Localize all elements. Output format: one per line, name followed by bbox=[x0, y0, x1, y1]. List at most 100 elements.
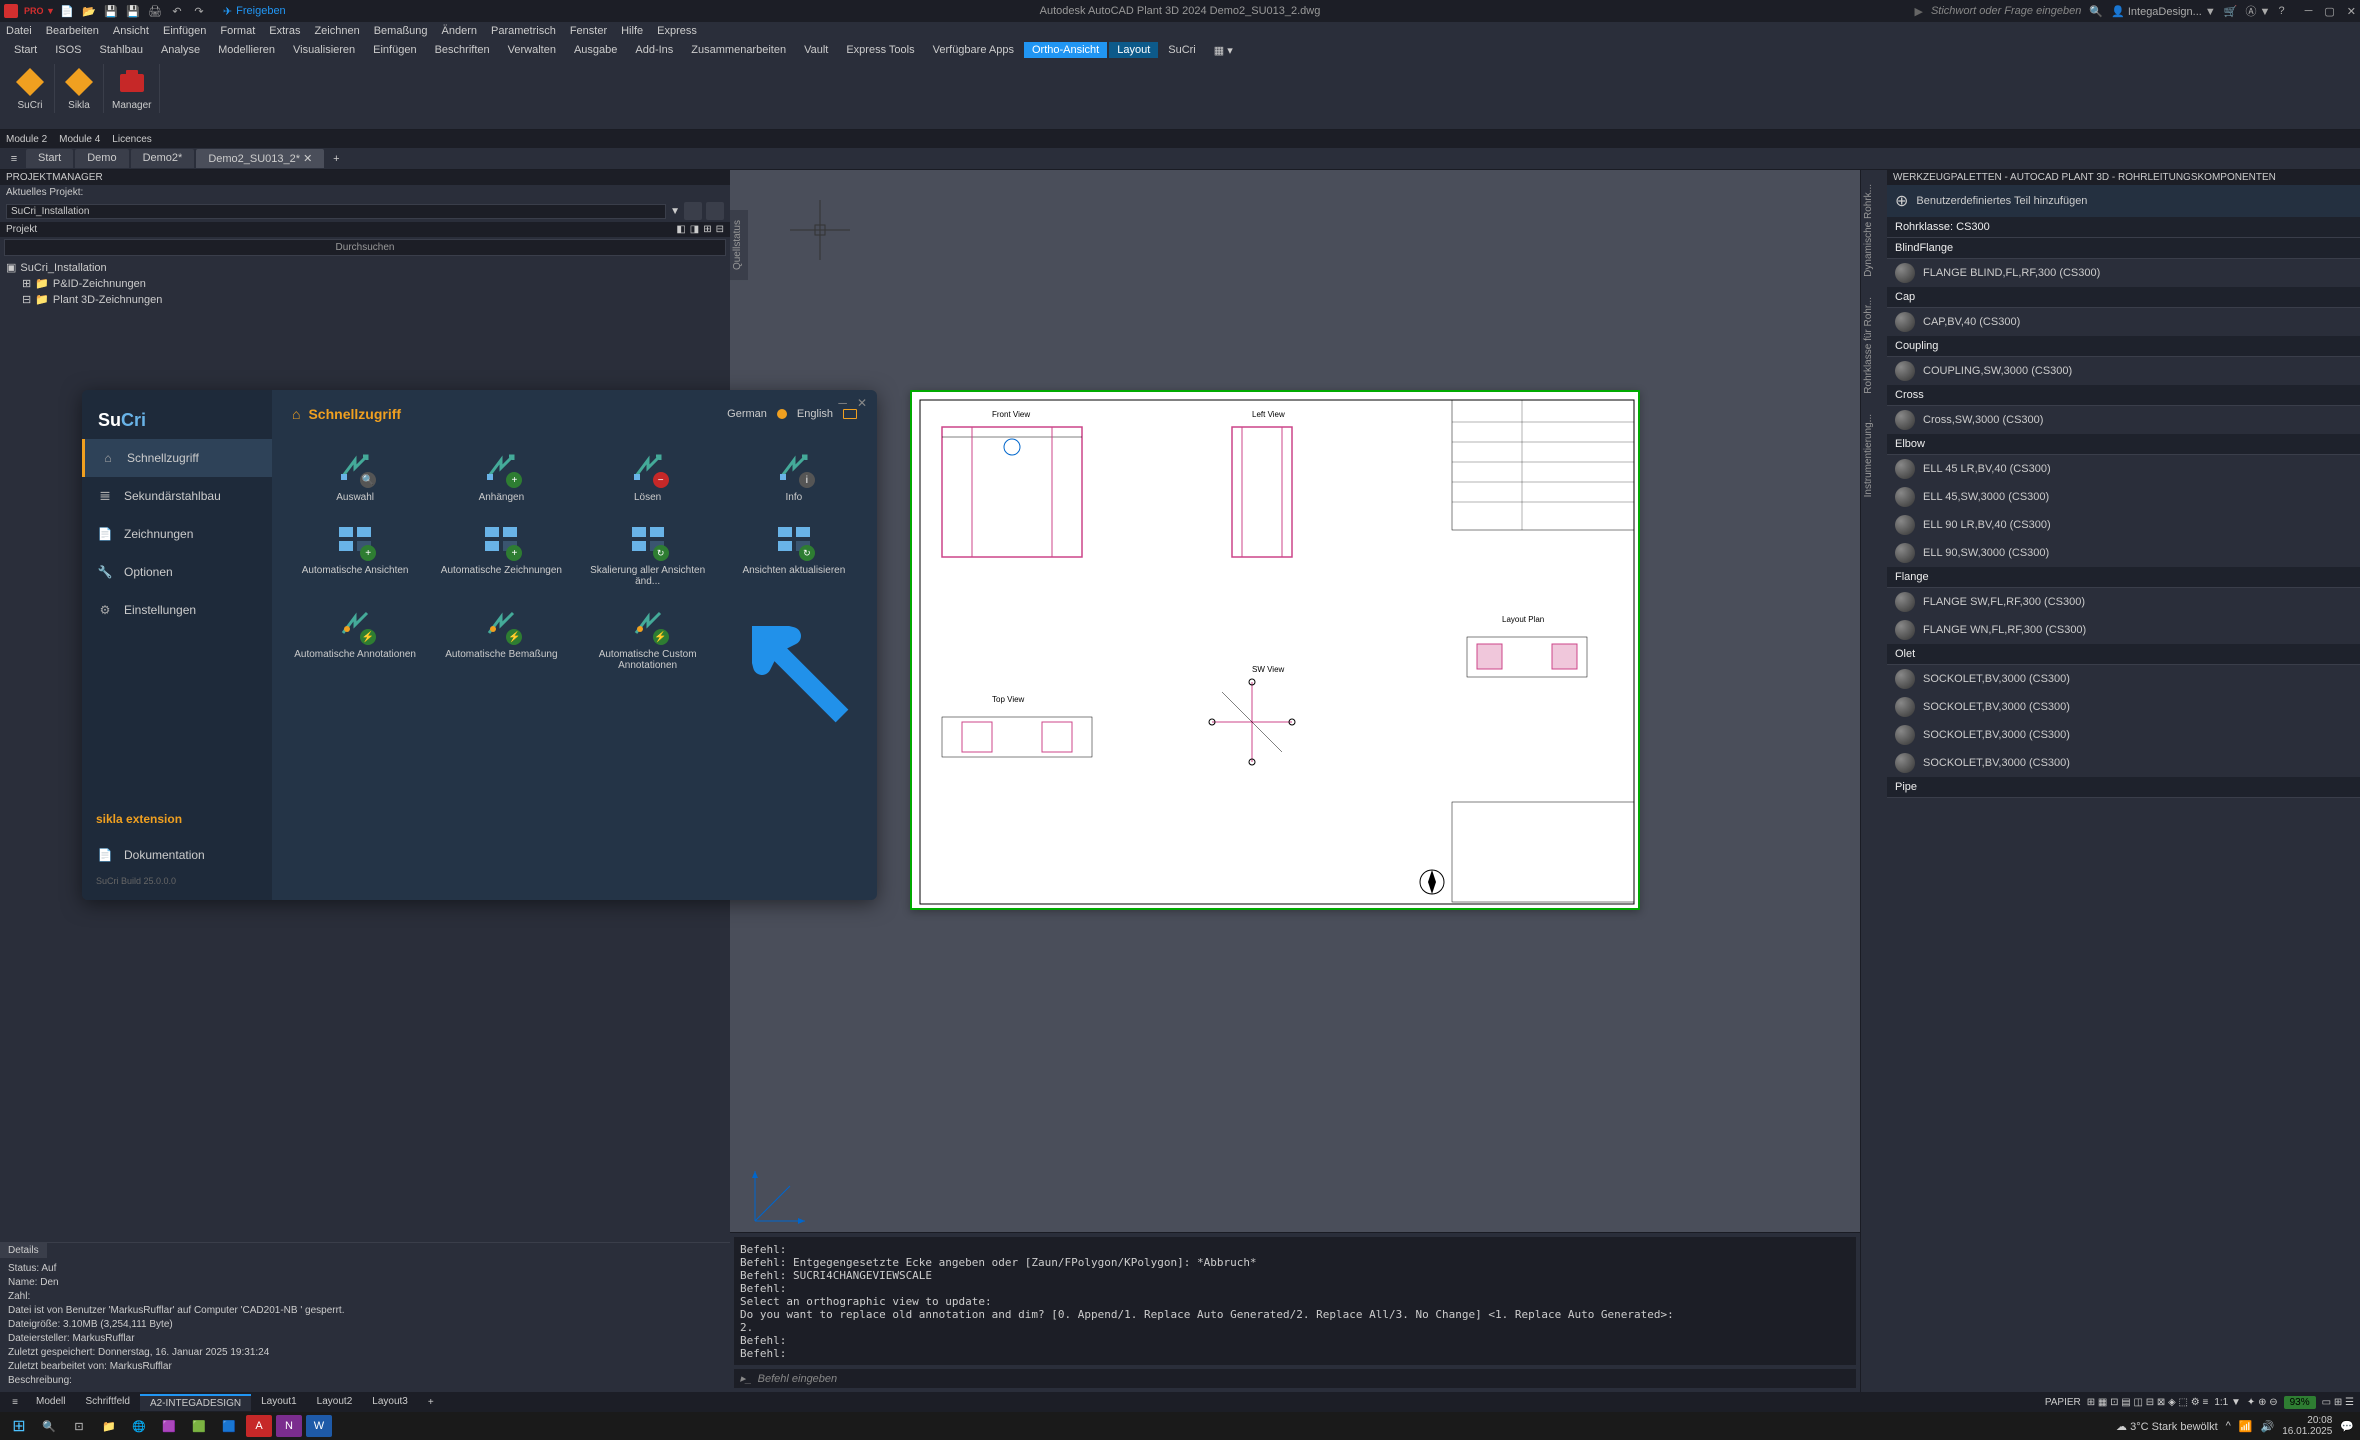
viewport-side-tab[interactable]: Quellstatus bbox=[730, 210, 748, 280]
palette-item[interactable]: SOCKOLET,BV,3000 (CS300) bbox=[1887, 693, 2360, 721]
redo-icon[interactable]: ↷ bbox=[189, 2, 209, 20]
save-icon[interactable]: 💾 bbox=[101, 2, 121, 20]
layout-tab[interactable]: Layout3 bbox=[362, 1394, 418, 1411]
maximize-button[interactable]: ▢ bbox=[2324, 5, 2334, 18]
weather-widget[interactable]: ☁ 3°C Stark bewölkt bbox=[2116, 1420, 2218, 1433]
cart-icon[interactable]: 🛒 bbox=[2224, 5, 2238, 18]
drawing-viewport[interactable]: Quellstatus bbox=[730, 170, 1860, 1392]
ribbon-tab-analyse[interactable]: Analyse bbox=[153, 42, 208, 58]
doctabs-menu-icon[interactable]: ≡ bbox=[4, 153, 24, 165]
layout-menu-icon[interactable]: ≡ bbox=[6, 1397, 24, 1408]
project-tree[interactable]: ▣SuCri_Installation ⊞📁P&ID-Zeichnungen ⊟… bbox=[0, 258, 730, 310]
palette-tab[interactable]: Instrumentierung... bbox=[1861, 408, 1887, 503]
sucri-close-icon[interactable]: ✕ bbox=[857, 396, 867, 410]
ribbon-tab-modellieren[interactable]: Modellieren bbox=[210, 42, 283, 58]
sucri-cell-9[interactable]: ⚡Automatische Bemaßung bbox=[438, 603, 564, 671]
help-icon[interactable]: ? bbox=[2278, 5, 2284, 17]
ribbon-tab-visualisieren[interactable]: Visualisieren bbox=[285, 42, 363, 58]
close-button[interactable]: ✕ bbox=[2347, 5, 2356, 18]
ribbon-group-manager[interactable]: Manager bbox=[104, 64, 160, 113]
word-icon[interactable]: W bbox=[306, 1415, 332, 1437]
ribbon-overflow-icon[interactable]: ▦ ▾ bbox=[1206, 42, 1241, 59]
palette-item[interactable]: ELL 45,SW,3000 (CS300) bbox=[1887, 483, 2360, 511]
sucri-nav-schnellzugriff[interactable]: ⌂Schnellzugriff bbox=[82, 439, 272, 477]
lang-german[interactable]: German bbox=[727, 408, 767, 420]
lang-english[interactable]: English bbox=[797, 408, 833, 420]
mail-icon[interactable] bbox=[843, 409, 857, 419]
menu-ansicht[interactable]: Ansicht bbox=[113, 25, 149, 37]
ribbon-tab-verwalten[interactable]: Verwalten bbox=[500, 42, 564, 58]
menu-zeichnen[interactable]: Zeichnen bbox=[314, 25, 359, 37]
subbar-module-4[interactable]: Module 4 bbox=[59, 134, 100, 145]
doc-tab[interactable]: Start bbox=[26, 149, 73, 168]
sucri-nav-zeichnungen[interactable]: 📄Zeichnungen bbox=[82, 515, 272, 553]
menu-hilfe[interactable]: Hilfe bbox=[621, 25, 643, 37]
sucri-cell-2[interactable]: −Lösen bbox=[585, 446, 711, 503]
app-icon-2[interactable]: 🟩 bbox=[186, 1415, 212, 1437]
menu-bemaßung[interactable]: Bemaßung bbox=[374, 25, 428, 37]
palette-tab[interactable]: Dynamische Rohrk... bbox=[1861, 178, 1887, 283]
palette-item[interactable]: COUPLING,SW,3000 (CS300) bbox=[1887, 357, 2360, 385]
palette-item[interactable]: FLANGE SW,FL,RF,300 (CS300) bbox=[1887, 588, 2360, 616]
app-icon-3[interactable]: 🟦 bbox=[216, 1415, 242, 1437]
undo-icon[interactable]: ↶ bbox=[167, 2, 187, 20]
ribbon-tab-isos[interactable]: ISOS bbox=[47, 42, 89, 58]
edge-icon[interactable]: 🌐 bbox=[126, 1415, 152, 1437]
palette-tab[interactable]: Rohrklasse für Rohr... bbox=[1861, 291, 1887, 400]
pm-open2-icon[interactable] bbox=[706, 202, 724, 220]
ribbon-group-sikla[interactable]: Sikla bbox=[55, 64, 104, 113]
ribbon-tab-beschriften[interactable]: Beschriften bbox=[427, 42, 498, 58]
sucri-nav-sekundärstahlbau[interactable]: 𝌆Sekundärstahlbau bbox=[82, 477, 272, 515]
app-icon-1[interactable]: 🟪 bbox=[156, 1415, 182, 1437]
layout-add-button[interactable]: + bbox=[420, 1395, 442, 1410]
ribbon-tab-express-tools[interactable]: Express Tools bbox=[838, 42, 922, 58]
layout-tab[interactable]: Modell bbox=[26, 1394, 75, 1411]
tray-wifi-icon[interactable]: 📶 bbox=[2239, 1420, 2253, 1433]
menu-datei[interactable]: Datei bbox=[6, 25, 32, 37]
layout-tab[interactable]: Layout2 bbox=[307, 1394, 363, 1411]
sucri-minimize-icon[interactable]: ─ bbox=[838, 396, 847, 410]
sucri-nav-einstellungen[interactable]: ⚙Einstellungen bbox=[82, 591, 272, 629]
autocad-taskbar-icon[interactable]: A bbox=[246, 1415, 272, 1437]
doc-tab[interactable]: Demo2_SU013_2* ✕ bbox=[196, 149, 324, 168]
notifications-icon[interactable]: 💬 bbox=[2340, 1420, 2354, 1433]
project-name-input[interactable] bbox=[6, 204, 666, 219]
sucri-cell-7[interactable]: ↻Ansichten aktualisieren bbox=[731, 519, 857, 587]
ribbon-tab-zusammenarbeiten[interactable]: Zusammenarbeiten bbox=[683, 42, 794, 58]
palette-item[interactable]: FLANGE BLIND,FL,RF,300 (CS300) bbox=[1887, 259, 2360, 287]
explorer-icon[interactable]: 📁 bbox=[96, 1415, 122, 1437]
new-icon[interactable]: 📄 bbox=[57, 2, 77, 20]
search-icon[interactable]: 🔍 bbox=[2089, 5, 2103, 18]
pm-search[interactable]: Durchsuchen bbox=[4, 239, 726, 256]
user-icon[interactable]: 👤 IntegaDesign... ▼ bbox=[2111, 5, 2216, 18]
layout-tab[interactable]: Layout1 bbox=[251, 1394, 307, 1411]
sucri-nav-optionen[interactable]: 🔧Optionen bbox=[82, 553, 272, 591]
tray-chevron-icon[interactable]: ^ bbox=[2226, 1420, 2231, 1432]
palette-item[interactable]: SOCKOLET,BV,3000 (CS300) bbox=[1887, 749, 2360, 777]
menu-fenster[interactable]: Fenster bbox=[570, 25, 607, 37]
doc-tab[interactable]: Demo2* bbox=[131, 149, 195, 168]
menu-einfügen[interactable]: Einfügen bbox=[163, 25, 206, 37]
command-input[interactable]: ▸_Befehl eingeben bbox=[734, 1369, 1856, 1388]
details-tab[interactable]: Details bbox=[0, 1243, 47, 1258]
menu-format[interactable]: Format bbox=[220, 25, 255, 37]
taskview-icon[interactable]: ⊡ bbox=[66, 1415, 92, 1437]
ribbon-tab-add-ins[interactable]: Add-Ins bbox=[627, 42, 681, 58]
palette-item[interactable]: SOCKOLET,BV,3000 (CS300) bbox=[1887, 721, 2360, 749]
palette-group-header[interactable]: Flange bbox=[1887, 567, 2360, 588]
menu-ändern[interactable]: Ändern bbox=[442, 25, 477, 37]
sucri-cell-3[interactable]: iInfo bbox=[731, 446, 857, 503]
minimize-button[interactable]: ─ bbox=[2305, 5, 2313, 18]
sucri-cell-10[interactable]: ⚡Automatische Custom Annotationen bbox=[585, 603, 711, 671]
sucri-cell-0[interactable]: 🔍Auswahl bbox=[292, 446, 418, 503]
doc-tab[interactable]: Demo bbox=[75, 149, 128, 168]
ribbon-tab-einfügen[interactable]: Einfügen bbox=[365, 42, 424, 58]
sucri-nav-dokumentation[interactable]: 📄 Dokumentation bbox=[82, 836, 272, 874]
palette-item[interactable]: CAP,BV,40 (CS300) bbox=[1887, 308, 2360, 336]
ribbon-tab-ausgabe[interactable]: Ausgabe bbox=[566, 42, 625, 58]
palette-item[interactable]: ELL 90 LR,BV,40 (CS300) bbox=[1887, 511, 2360, 539]
autodesk-icon[interactable]: Ⓐ ▼ bbox=[2246, 3, 2271, 19]
help-search[interactable]: Stichwort oder Frage eingeben bbox=[1931, 5, 2081, 17]
palette-item[interactable]: ELL 45 LR,BV,40 (CS300) bbox=[1887, 455, 2360, 483]
print-icon[interactable]: 🖨 bbox=[145, 2, 165, 20]
